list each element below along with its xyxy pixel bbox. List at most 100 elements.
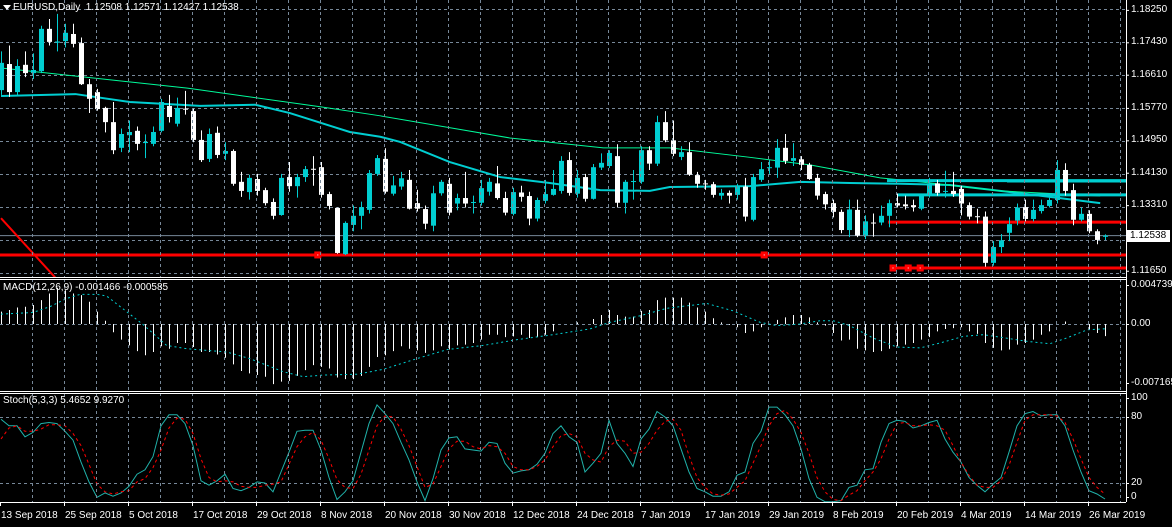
candle-bearish[interactable]	[167, 94, 172, 123]
candle-bullish[interactable]	[367, 169, 372, 214]
candle-bearish[interactable]	[503, 191, 508, 216]
candle-bearish[interactable]	[87, 79, 92, 114]
candle-bearish[interactable]	[687, 142, 692, 176]
candle-bullish[interactable]	[1055, 160, 1060, 204]
candle-bullish[interactable]	[175, 97, 180, 127]
candle-bearish[interactable]	[255, 173, 260, 196]
candle-bearish[interactable]	[215, 126, 220, 159]
candle-bearish[interactable]	[647, 146, 652, 170]
candle-bullish[interactable]	[143, 134, 148, 159]
candle-bullish[interactable]	[471, 195, 476, 214]
candle-bearish[interactable]	[383, 148, 388, 194]
trendline[interactable]	[0, 217, 157, 389]
candle-bearish[interactable]	[23, 51, 28, 78]
candle-bearish[interactable]	[615, 144, 620, 208]
candle-bullish[interactable]	[391, 175, 396, 196]
candle-bearish[interactable]	[47, 18, 52, 46]
candle-bearish[interactable]	[983, 211, 988, 267]
candle-bullish[interactable]	[759, 162, 764, 182]
candle-bearish[interactable]	[671, 120, 676, 157]
candle-bullish[interactable]	[767, 160, 772, 174]
candle-bearish[interactable]	[727, 190, 732, 204]
candle-bearish[interactable]	[1095, 229, 1100, 245]
candle-bullish[interactable]	[559, 156, 564, 194]
candle-bullish[interactable]	[0, 51, 4, 95]
candle-bearish[interactable]	[287, 162, 292, 192]
candle-bearish[interactable]	[271, 198, 276, 220]
candle-bearish[interactable]	[135, 126, 140, 151]
candle-bullish[interactable]	[295, 173, 300, 198]
candle-bearish[interactable]	[1071, 183, 1076, 226]
candle-bullish[interactable]	[1031, 199, 1036, 222]
candle-bullish[interactable]	[351, 205, 356, 232]
triangle-down-icon[interactable]	[3, 5, 11, 10]
candle-bullish[interactable]	[999, 233, 1004, 253]
candle-bearish[interactable]	[263, 187, 268, 206]
candle-bullish[interactable]	[599, 153, 604, 170]
macd-panel[interactable]	[0, 287, 1126, 385]
candle-bullish[interactable]	[719, 188, 724, 200]
candle-bearish[interactable]	[407, 169, 412, 210]
candle-bearish[interactable]	[447, 177, 452, 216]
candle-bullish[interactable]	[1047, 197, 1052, 208]
candle-bullish[interactable]	[159, 98, 164, 133]
candle-bearish[interactable]	[519, 185, 524, 202]
candle-bearish[interactable]	[743, 177, 748, 222]
candle-bullish[interactable]	[15, 59, 20, 95]
candle-bullish[interactable]	[847, 199, 852, 238]
candle-bullish[interactable]	[1079, 207, 1084, 222]
candle-bearish[interactable]	[231, 149, 236, 186]
candle-bullish[interactable]	[279, 173, 284, 216]
candle-bullish[interactable]	[127, 120, 132, 153]
candle-bearish[interactable]	[71, 23, 76, 48]
candle-bearish[interactable]	[711, 181, 716, 198]
candle-bullish[interactable]	[431, 185, 436, 232]
candle-bullish[interactable]	[359, 201, 364, 230]
candle-bearish[interactable]	[807, 162, 812, 180]
candle-bearish[interactable]	[103, 106, 108, 133]
candle-bullish[interactable]	[119, 128, 124, 153]
candle-bullish[interactable]	[879, 205, 884, 226]
candle-bearish[interactable]	[695, 171, 700, 188]
candle-bearish[interactable]	[823, 191, 828, 210]
candle-bearish[interactable]	[111, 101, 116, 155]
candle-bearish[interactable]	[335, 207, 340, 254]
candle-bearish[interactable]	[783, 133, 788, 165]
candle-bullish[interactable]	[655, 115, 660, 167]
candle-bullish[interactable]	[303, 166, 308, 182]
candle-bearish[interactable]	[183, 90, 188, 115]
candle-bullish[interactable]	[63, 23, 68, 48]
candle-bullish[interactable]	[863, 215, 868, 240]
candle-bullish[interactable]	[991, 241, 996, 266]
candle-bullish[interactable]	[439, 179, 444, 196]
candle-bearish[interactable]	[527, 191, 532, 226]
chart-canvas[interactable]	[0, 0, 1172, 527]
candle-bearish[interactable]	[839, 209, 844, 234]
candle-bullish[interactable]	[151, 126, 156, 147]
candle-bullish[interactable]	[639, 146, 644, 184]
candle-bearish[interactable]	[663, 111, 668, 143]
candle-bearish[interactable]	[967, 202, 972, 220]
candle-bullish[interactable]	[343, 221, 348, 255]
candle-bullish[interactable]	[223, 142, 228, 161]
candle-bullish[interactable]	[455, 193, 460, 211]
stoch-panel[interactable]	[0, 403, 1126, 502]
candle-bullish[interactable]	[479, 179, 484, 206]
price-panel[interactable]	[0, 9, 1126, 389]
candle-bullish[interactable]	[207, 128, 212, 163]
candle-bearish[interactable]	[311, 156, 316, 186]
candle-bearish[interactable]	[871, 213, 876, 237]
candle-bearish[interactable]	[95, 88, 100, 111]
candle-bullish[interactable]	[1039, 199, 1044, 214]
candle-bearish[interactable]	[199, 130, 204, 163]
candle-bearish[interactable]	[423, 205, 428, 230]
candle-bearish[interactable]	[703, 179, 708, 190]
candle-bearish[interactable]	[327, 191, 332, 210]
candle-bullish[interactable]	[607, 150, 612, 168]
candle-bullish[interactable]	[55, 13, 60, 52]
candle-bearish[interactable]	[1087, 210, 1092, 234]
candle-bearish[interactable]	[815, 173, 820, 200]
candle-bullish[interactable]	[487, 177, 492, 196]
candle-bearish[interactable]	[911, 199, 916, 212]
candle-bearish[interactable]	[415, 189, 420, 212]
